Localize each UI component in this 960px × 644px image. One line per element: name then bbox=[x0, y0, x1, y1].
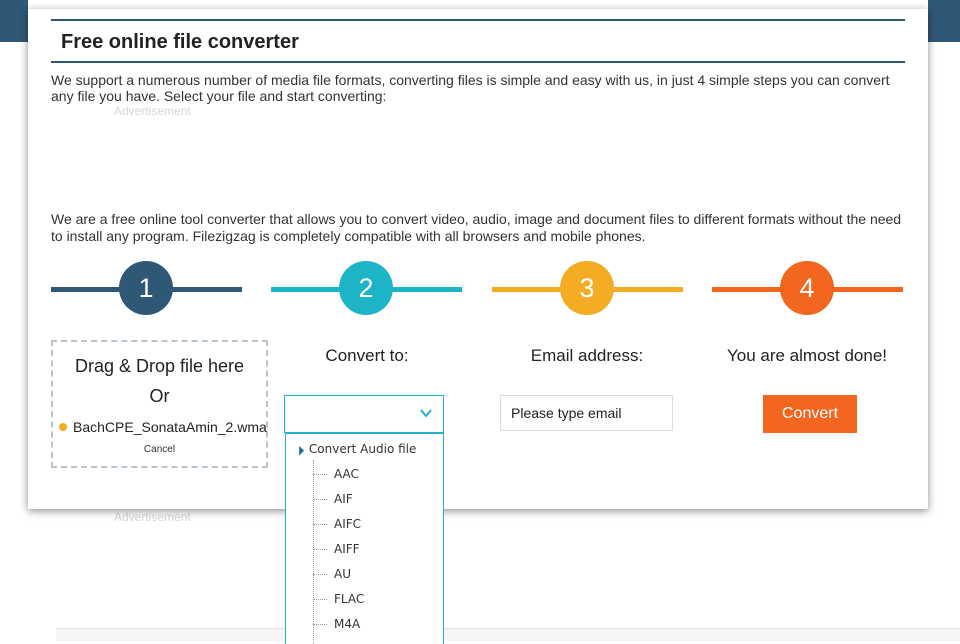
intro-text: We support a numerous number of media fi… bbox=[51, 72, 890, 104]
format-option-aiff[interactable]: AIFF bbox=[313, 542, 360, 556]
option-label: AIFF bbox=[334, 542, 360, 556]
selected-file-name: BachCPE_SonataAmin_2.wma bbox=[73, 419, 267, 435]
option-label: AIFC bbox=[334, 517, 362, 531]
format-option-m4a[interactable]: M4A bbox=[313, 617, 360, 631]
format-dropdown-list[interactable]: ◢ Convert Audio file AAC AIF AIFC AIFF AU… bbox=[285, 433, 444, 644]
footer-strip bbox=[56, 628, 960, 641]
description-text: We are a free online tool converter that… bbox=[51, 211, 902, 244]
email-address-label: Email address: bbox=[530, 346, 644, 365]
step-4-circle: 4 bbox=[780, 261, 834, 315]
dropdown-group-audio[interactable]: ◢ Convert Audio file bbox=[293, 442, 417, 457]
dropdown-group-label: Convert Audio file bbox=[308, 442, 417, 456]
format-option-au[interactable]: AU bbox=[313, 567, 351, 581]
cancel-upload-link[interactable]: Cancel bbox=[53, 444, 266, 455]
option-label: M4A bbox=[334, 617, 361, 631]
file-status-dot-icon bbox=[59, 423, 67, 431]
title-bar: Free online file converter bbox=[51, 19, 905, 63]
drag-drop-text: Drag & Drop file here bbox=[74, 356, 245, 376]
header-bar-left bbox=[0, 0, 28, 42]
converter-card: Free online file converter We support a … bbox=[28, 9, 928, 509]
convert-button[interactable]: Convert bbox=[763, 395, 857, 433]
format-option-aif[interactable]: AIF bbox=[313, 492, 353, 506]
file-drop-zone[interactable]: Drag & Drop file here Or BachCPE_SonataA… bbox=[51, 340, 268, 468]
step-1-circle: 1 bbox=[119, 261, 173, 315]
format-option-flac[interactable]: FLAC bbox=[313, 592, 364, 606]
format-select[interactable] bbox=[284, 395, 444, 433]
almost-done-label: You are almost done! bbox=[726, 346, 888, 365]
format-option-aifc[interactable]: AIFC bbox=[313, 517, 361, 531]
advertisement-label-bottom: Advertisement bbox=[114, 510, 191, 524]
advertisement-label-top: Advertisement bbox=[114, 104, 191, 118]
page-title: Free online file converter bbox=[61, 31, 299, 53]
header-bar-right bbox=[928, 0, 960, 42]
expand-caret-icon: ◢ bbox=[293, 445, 306, 457]
step-3-circle: 3 bbox=[560, 261, 614, 315]
step-2-circle: 2 bbox=[339, 261, 393, 315]
option-label: FLAC bbox=[334, 592, 365, 606]
convert-to-label: Convert to: bbox=[325, 346, 409, 365]
email-input[interactable] bbox=[500, 395, 673, 431]
format-option-aac[interactable]: AAC bbox=[313, 467, 359, 481]
chevron-down-icon bbox=[420, 409, 432, 418]
option-label: AU bbox=[334, 567, 351, 581]
option-label: AIF bbox=[334, 492, 353, 506]
option-label: AAC bbox=[334, 467, 359, 481]
or-text: Or bbox=[149, 386, 170, 406]
